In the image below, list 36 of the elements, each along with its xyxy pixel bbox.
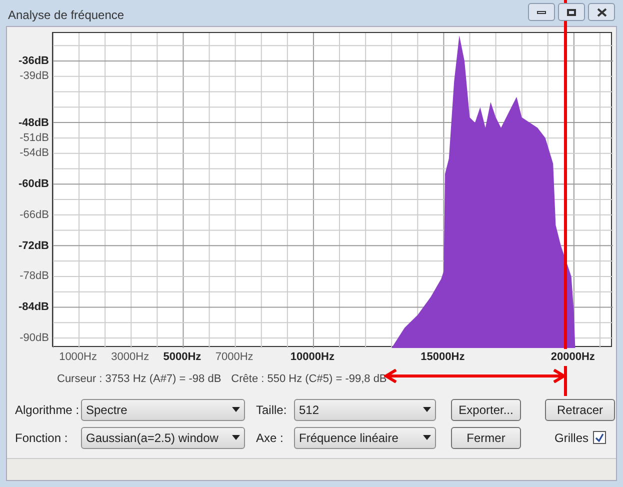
caret-icon	[232, 435, 240, 440]
field-label: Fonction :	[15, 430, 69, 446]
dropdown[interactable]: Fréquence linéaire	[294, 426, 436, 448]
field-label: Algorithme :	[15, 402, 80, 418]
button[interactable]: Exporter...	[451, 398, 521, 420]
window-title: Analyse de fréquence	[8, 7, 124, 24]
axis-label: -78dB	[20, 269, 49, 284]
checkbox[interactable]	[592, 431, 606, 444]
close-button[interactable]	[588, 3, 615, 21]
field-label: Taille:	[256, 402, 288, 418]
peak-readout: Crête : 550 Hz (C#5) = -99,8 dB	[231, 372, 387, 387]
axis-label: -51dB	[20, 130, 49, 146]
dropdown[interactable]: Spectre	[81, 398, 245, 420]
axis-label: -48dB	[18, 116, 49, 131]
caret-icon	[232, 407, 240, 412]
axis-label: -66dB	[20, 208, 49, 223]
close-icon	[596, 8, 606, 16]
minimize-button[interactable]	[528, 3, 555, 21]
cursor-readout: Curseur : 3753 Hz (A#7) = -98 dB	[57, 372, 222, 387]
axis-label: -60dB	[18, 177, 49, 192]
axis-label: -54dB	[20, 146, 49, 162]
axis-label: -84dB	[18, 300, 49, 316]
button[interactable]: Retracer	[545, 398, 615, 420]
dropdown[interactable]: 512	[294, 398, 436, 420]
button[interactable]: Fermer	[451, 426, 521, 448]
field-label: Axe :	[256, 430, 284, 446]
axis-label: -36dB	[18, 54, 49, 69]
maximize-button[interactable]	[558, 3, 585, 21]
axis-label: -72dB	[18, 238, 49, 254]
axis-label: -90dB	[20, 330, 49, 346]
caret-icon	[423, 435, 431, 440]
dropdown[interactable]: Gaussian(a=2.5) window	[81, 426, 245, 448]
axis-label: 20000Hz	[550, 349, 595, 366]
caret-icon	[423, 407, 431, 412]
checkbox-label: Grilles	[554, 430, 588, 446]
axis-label: -39dB	[20, 69, 49, 84]
